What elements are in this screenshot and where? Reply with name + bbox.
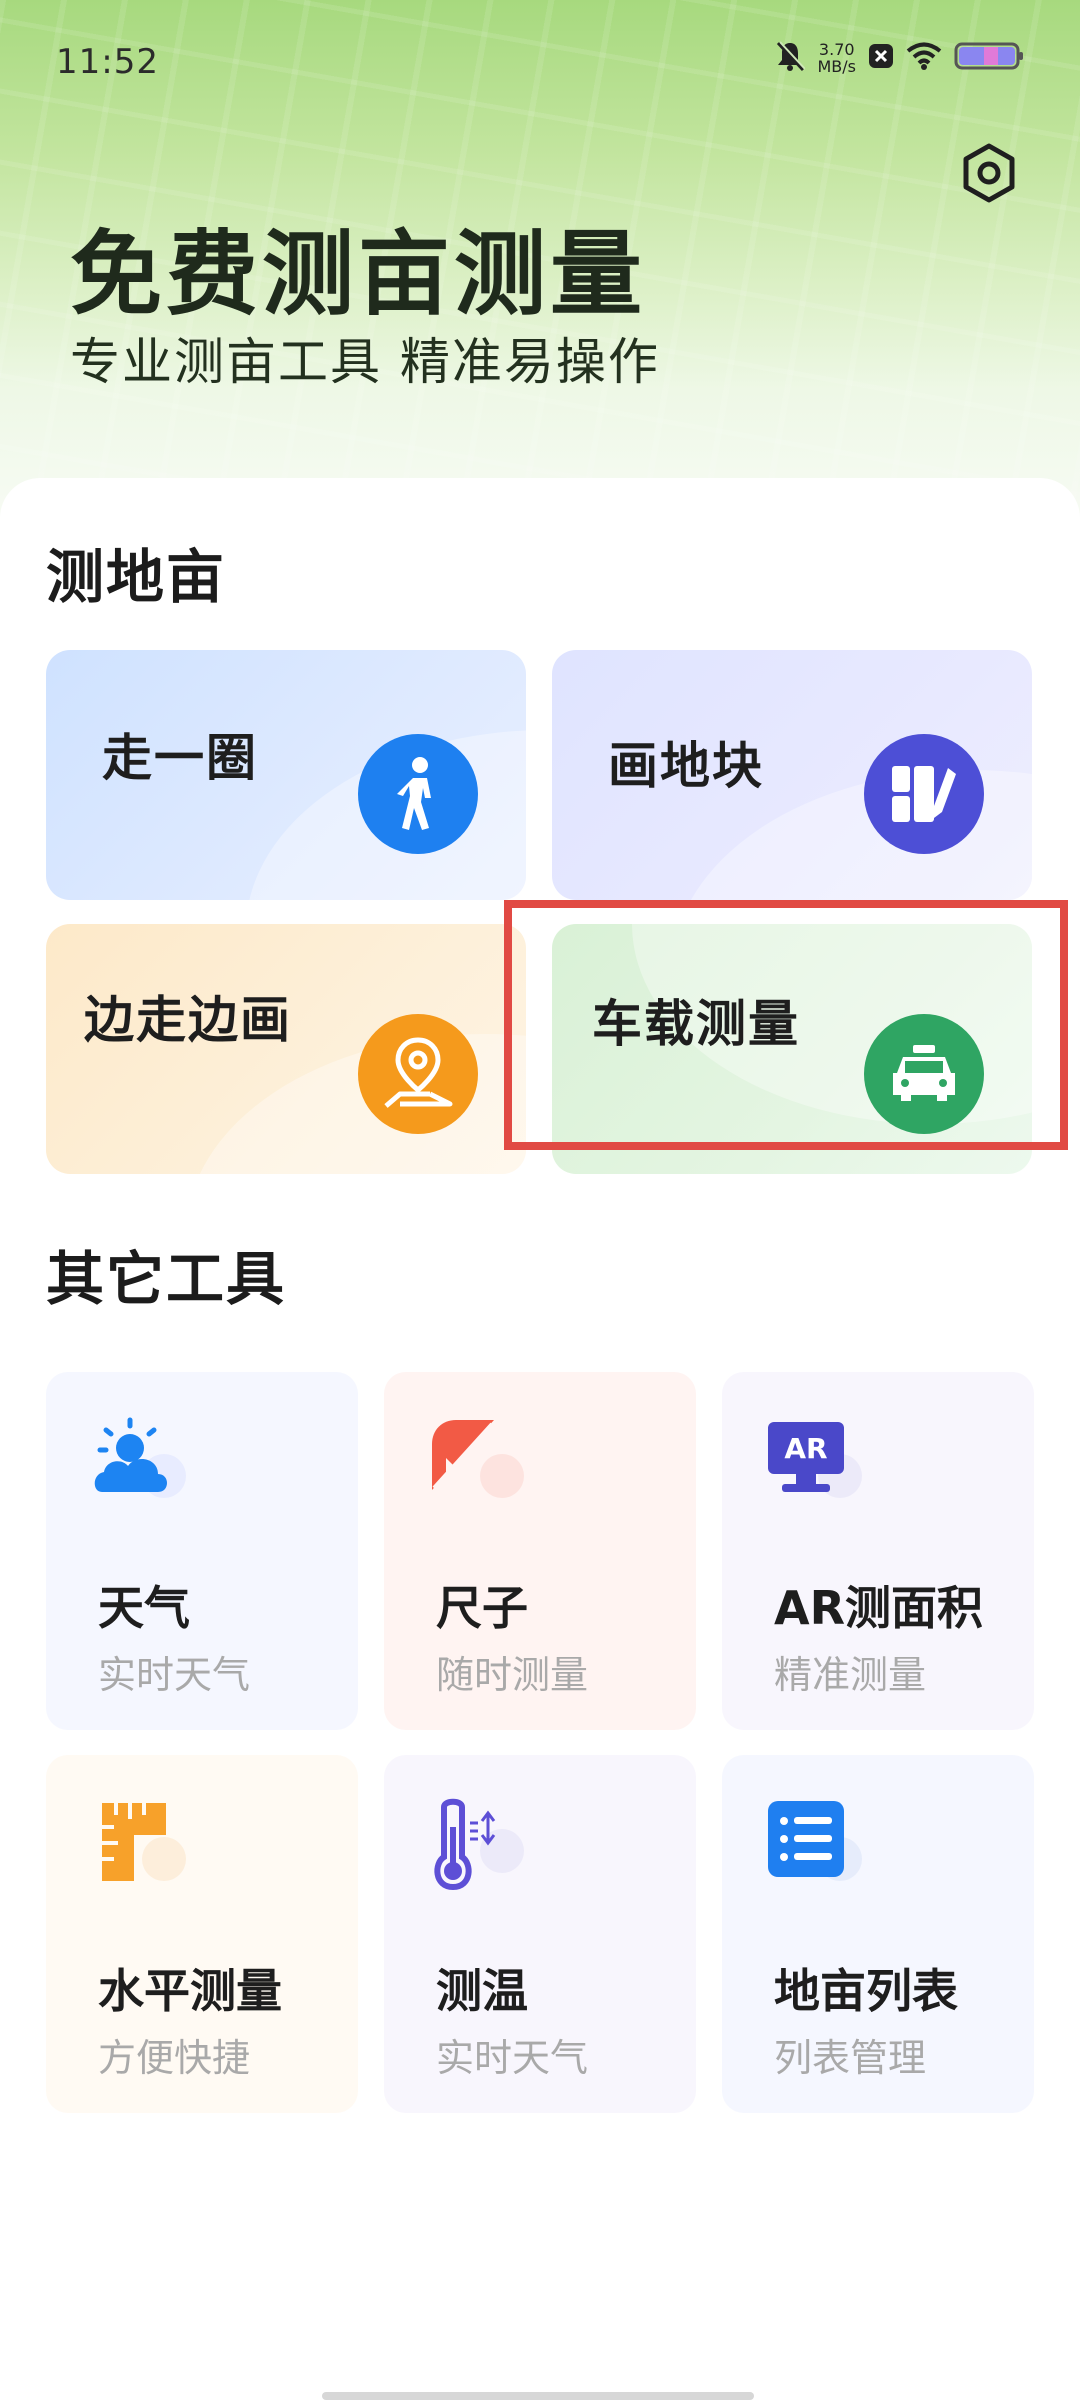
mute-bell-icon (775, 40, 807, 76)
home-indicator[interactable] (322, 2392, 754, 2400)
tool-desc: 列表管理 (774, 2036, 927, 2080)
status-time: 11:52 (56, 42, 159, 82)
tool-desc: 随时测量 (436, 1653, 589, 1697)
section-title-measure: 测地亩 (46, 543, 227, 611)
tool-name: 天气 (98, 1581, 190, 1635)
draw-plot-icon (864, 734, 984, 854)
walk-and-draw-card[interactable]: 边走边画 (46, 924, 526, 1174)
walking-person-icon (358, 734, 478, 854)
wifi-icon (906, 42, 942, 74)
status-icons: 3.70 MB/s (775, 40, 1024, 76)
tool-desc: 精准测量 (774, 1653, 927, 1697)
battery-icon (954, 41, 1024, 75)
thermometer-icon (424, 1797, 534, 1897)
ar-area-tool-card[interactable]: AR AR测面积 精准测量 (722, 1372, 1034, 1730)
weather-sun-cloud-icon (86, 1414, 196, 1514)
tool-name: 地亩列表 (774, 1964, 958, 2018)
gear-icon (959, 143, 1019, 207)
tool-name: AR测面积 (774, 1581, 984, 1635)
draw-plot-card[interactable]: 画地块 (552, 650, 1032, 900)
tool-desc: 实时天气 (436, 2036, 589, 2080)
list-icon (762, 1797, 872, 1897)
highlight-frame (504, 900, 1068, 1150)
ar-monitor-icon: AR (762, 1414, 872, 1514)
temperature-tool-card[interactable]: 测温 实时天气 (384, 1755, 696, 2113)
section-title-tools: 其它工具 (46, 1245, 287, 1313)
weather-tool-card[interactable]: 天气 实时天气 (46, 1372, 358, 1730)
ruler-tool-card[interactable]: 尺子 随时测量 (384, 1372, 696, 1730)
page-subtitle: 专业测亩工具 精准易操作 (70, 333, 660, 391)
network-speed-unit: MB/s (817, 57, 856, 76)
tool-desc: 方便快捷 (98, 2036, 251, 2080)
level-tool-card[interactable]: 水平测量 方便快捷 (46, 1755, 358, 2113)
card-label: 边走边画 (84, 991, 292, 1049)
app-screen: 11:52 3.70 MB/s 免费测亩测量 专业测亩工具 精准易操作 测地亩 … (0, 0, 1080, 2408)
close-notification-icon (868, 43, 894, 73)
level-ruler-icon (86, 1797, 196, 1897)
tool-name: 水平测量 (98, 1964, 282, 2018)
network-speed: 3.70 MB/s (817, 41, 856, 75)
map-pin-route-icon (358, 1014, 478, 1134)
tool-desc: 实时天气 (98, 1653, 251, 1697)
settings-button[interactable] (956, 142, 1022, 208)
network-speed-value: 3.70 (818, 40, 855, 59)
plot-list-tool-card[interactable]: 地亩列表 列表管理 (722, 1755, 1034, 2113)
card-label: 走一圈 (102, 729, 258, 787)
ruler-triangle-icon (424, 1414, 534, 1514)
page-title: 免费测亩测量 (70, 221, 647, 328)
status-bar: 11:52 3.70 MB/s (0, 0, 1080, 120)
walk-around-card[interactable]: 走一圈 (46, 650, 526, 900)
tool-name: 测温 (436, 1964, 528, 2018)
card-label: 画地块 (608, 737, 764, 795)
svg-text:AR: AR (784, 1432, 827, 1465)
tool-name: 尺子 (436, 1581, 528, 1635)
